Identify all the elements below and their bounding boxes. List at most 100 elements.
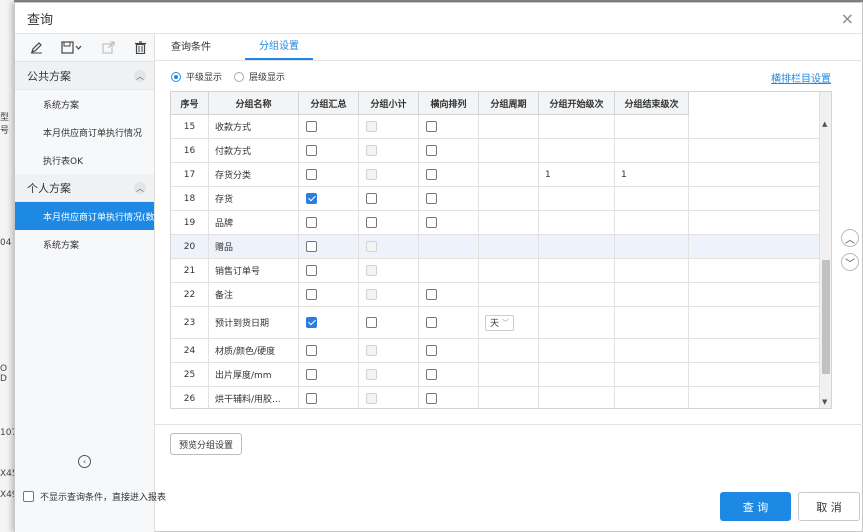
start-level-cell[interactable]: 1 — [539, 163, 615, 186]
period-cell[interactable] — [479, 115, 539, 138]
summary-cell[interactable] — [299, 211, 359, 234]
radio-button[interactable] — [234, 71, 245, 82]
personal-scheme-item[interactable]: 系统方案 — [15, 230, 154, 258]
subtotal-cell[interactable] — [359, 211, 419, 234]
end-level-cell[interactable] — [615, 259, 689, 282]
horizontal-cell[interactable] — [419, 283, 479, 306]
skip-conditions-checkbox[interactable] — [23, 491, 34, 502]
checkbox[interactable] — [306, 121, 317, 132]
public-scheme-item[interactable]: 系统方案 — [15, 90, 154, 118]
public-scheme-item[interactable]: 执行表OK — [15, 146, 154, 174]
summary-cell[interactable] — [299, 339, 359, 362]
radio-flat-display[interactable]: 平级显示 — [171, 70, 222, 83]
checkbox[interactable] — [426, 145, 437, 156]
table-row[interactable]: 24 材质/颜色/硬度 — [171, 339, 821, 363]
start-level-cell[interactable] — [539, 339, 615, 362]
summary-cell[interactable] — [299, 115, 359, 138]
public-schemes-header[interactable]: 公共方案 ︿ — [15, 62, 154, 90]
start-level-cell[interactable] — [539, 283, 615, 306]
subtotal-cell[interactable] — [359, 187, 419, 210]
checkbox[interactable] — [306, 393, 317, 404]
query-button[interactable]: 查 询 — [720, 492, 791, 521]
summary-cell[interactable] — [299, 163, 359, 186]
tab-group-settings[interactable]: 分组设置 — [245, 37, 313, 60]
start-level-cell[interactable] — [539, 187, 615, 210]
period-cell[interactable] — [479, 163, 539, 186]
end-level-cell[interactable] — [615, 283, 689, 306]
period-cell[interactable] — [479, 187, 539, 210]
table-row[interactable]: 21 销售订单号 — [171, 259, 821, 283]
checkbox[interactable] — [306, 289, 317, 300]
checkbox[interactable] — [306, 317, 317, 328]
summary-cell[interactable] — [299, 139, 359, 162]
radio-button[interactable] — [171, 71, 181, 82]
horizontal-cell[interactable] — [419, 363, 479, 386]
summary-cell[interactable] — [299, 187, 359, 210]
table-row[interactable]: 18 存货 — [171, 187, 821, 211]
table-row[interactable]: 19 品牌 — [171, 211, 821, 235]
close-icon[interactable]: × — [841, 9, 854, 28]
period-cell[interactable] — [479, 211, 539, 234]
move-up-button[interactable]: ︿ — [841, 229, 859, 247]
period-dropdown[interactable]: 天 ﹀ — [485, 314, 515, 331]
summary-cell[interactable] — [299, 283, 359, 306]
summary-cell[interactable] — [299, 387, 359, 408]
radio-hierarchy-display[interactable]: 层级显示 — [234, 70, 285, 83]
scroll-up-icon[interactable]: ▲ — [822, 120, 827, 128]
edit-icon[interactable] — [29, 41, 43, 55]
period-cell[interactable] — [479, 339, 539, 362]
table-row[interactable]: 15 收款方式 — [171, 115, 821, 139]
personal-schemes-header[interactable]: 个人方案 ︿ — [15, 174, 154, 202]
end-level-cell[interactable] — [615, 339, 689, 362]
end-level-cell[interactable] — [615, 211, 689, 234]
start-level-cell[interactable] — [539, 211, 615, 234]
checkbox[interactable] — [426, 345, 437, 356]
checkbox[interactable] — [426, 121, 437, 132]
end-level-cell[interactable] — [615, 307, 689, 338]
summary-cell[interactable] — [299, 307, 359, 338]
chevron-up-icon[interactable]: ︿ — [134, 70, 146, 82]
chevron-up-icon[interactable]: ︿ — [134, 182, 146, 194]
horizontal-cell[interactable] — [419, 387, 479, 408]
end-level-cell[interactable] — [615, 387, 689, 408]
start-level-cell[interactable] — [539, 139, 615, 162]
tab-query-conditions[interactable]: 查询条件 — [167, 38, 215, 60]
start-level-cell[interactable] — [539, 259, 615, 282]
grid-scrollbar[interactable]: ▲ ▼ — [819, 92, 831, 408]
horizontal-cell[interactable] — [419, 115, 479, 138]
period-cell[interactable] — [479, 139, 539, 162]
skip-conditions-option[interactable]: 不显示查询条件，直接进入报表 — [23, 490, 166, 503]
end-level-cell[interactable] — [615, 115, 689, 138]
end-level-cell[interactable] — [615, 363, 689, 386]
start-level-cell[interactable] — [539, 387, 615, 408]
table-row[interactable]: 16 付款方式 — [171, 139, 821, 163]
public-scheme-item[interactable]: 本月供应商订单执行情况 — [15, 118, 154, 146]
collapse-icon[interactable]: ‹ — [78, 455, 91, 468]
subtotal-cell[interactable] — [359, 307, 419, 338]
table-row[interactable]: 20 赠品 — [171, 235, 821, 259]
save-icon[interactable] — [61, 41, 83, 55]
checkbox[interactable] — [426, 217, 437, 228]
checkbox[interactable] — [306, 345, 317, 356]
end-level-cell[interactable] — [615, 139, 689, 162]
horizontal-cell[interactable] — [419, 307, 479, 338]
checkbox[interactable] — [366, 317, 377, 328]
move-down-button[interactable]: ﹀ — [841, 253, 859, 271]
period-cell[interactable]: 天 ﹀ — [479, 307, 539, 338]
checkbox[interactable] — [306, 217, 317, 228]
table-row[interactable]: 22 备注 — [171, 283, 821, 307]
end-level-cell[interactable] — [615, 235, 689, 258]
export-icon[interactable] — [101, 41, 115, 55]
checkbox[interactable] — [306, 369, 317, 380]
end-level-cell[interactable] — [615, 187, 689, 210]
scrollbar-thumb[interactable] — [822, 260, 830, 374]
checkbox[interactable] — [426, 317, 437, 328]
personal-scheme-item-selected[interactable]: 本月供应商订单执行情况(数 — [15, 202, 154, 230]
table-row[interactable]: 23 预计到货日期 天 ﹀ — [171, 307, 821, 339]
summary-cell[interactable] — [299, 259, 359, 282]
start-level-cell[interactable] — [539, 363, 615, 386]
horizontal-cell[interactable] — [419, 339, 479, 362]
preview-group-settings-button[interactable]: 预览分组设置 — [170, 433, 243, 455]
checkbox[interactable] — [306, 265, 317, 276]
table-row[interactable]: 26 烘干辅料/用胶... — [171, 387, 821, 408]
